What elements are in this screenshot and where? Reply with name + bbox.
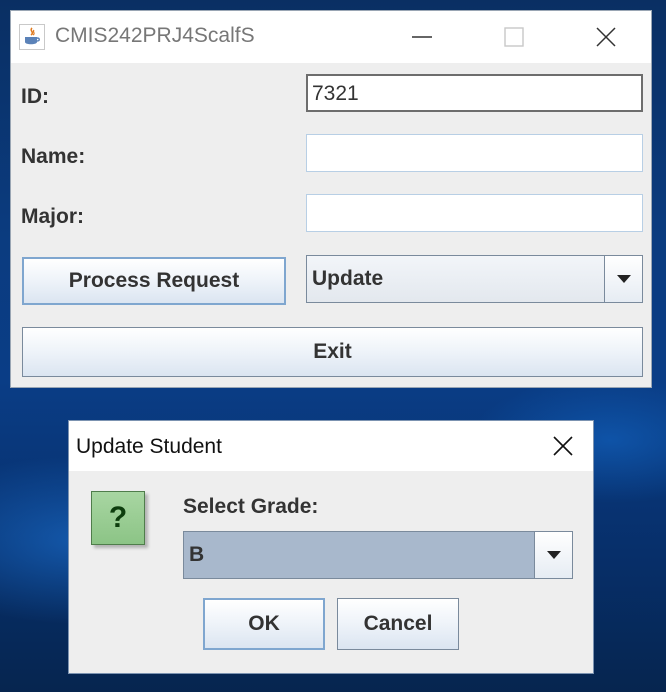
dialog-close-button[interactable] — [541, 421, 585, 471]
id-label: ID: — [21, 85, 49, 108]
id-field[interactable]: 7321 — [306, 74, 643, 112]
name-label: Name: — [21, 145, 86, 168]
grade-select-arrow[interactable] — [534, 532, 572, 578]
name-field[interactable] — [306, 134, 643, 172]
chevron-down-icon — [546, 551, 561, 559]
major-field[interactable] — [306, 194, 643, 232]
major-label: Major: — [21, 205, 84, 228]
minimize-button[interactable] — [399, 11, 445, 63]
action-select-value: Update — [312, 267, 384, 290]
window-title: CMIS242PRJ4ScalfS — [55, 24, 255, 47]
process-request-button[interactable]: Process Request — [22, 257, 286, 305]
close-button[interactable] — [583, 11, 629, 63]
minimize-icon — [412, 36, 432, 38]
cancel-button[interactable]: Cancel — [337, 598, 459, 650]
close-icon — [553, 436, 573, 456]
chevron-down-icon — [616, 275, 631, 283]
dialog-title: Update Student — [76, 435, 222, 458]
update-student-dialog: Update Student ? Select Grade: B OK Canc… — [68, 420, 594, 674]
main-window: CMIS242PRJ4ScalfS ID: 7321 Name: Major: … — [10, 10, 652, 388]
close-icon — [596, 27, 616, 47]
action-select-arrow[interactable] — [604, 256, 642, 302]
dialog-titlebar[interactable]: Update Student — [69, 421, 593, 471]
action-select[interactable]: Update — [306, 255, 643, 303]
exit-button[interactable]: Exit — [22, 327, 643, 377]
question-icon: ? — [91, 491, 145, 545]
java-app-icon — [19, 24, 45, 50]
main-titlebar[interactable]: CMIS242PRJ4ScalfS — [11, 11, 651, 63]
maximize-button[interactable] — [491, 11, 537, 63]
grade-select-value: B — [189, 543, 205, 566]
maximize-icon — [504, 27, 524, 47]
select-grade-label: Select Grade: — [183, 495, 319, 518]
grade-select[interactable]: B — [183, 531, 573, 579]
ok-button[interactable]: OK — [203, 598, 325, 650]
